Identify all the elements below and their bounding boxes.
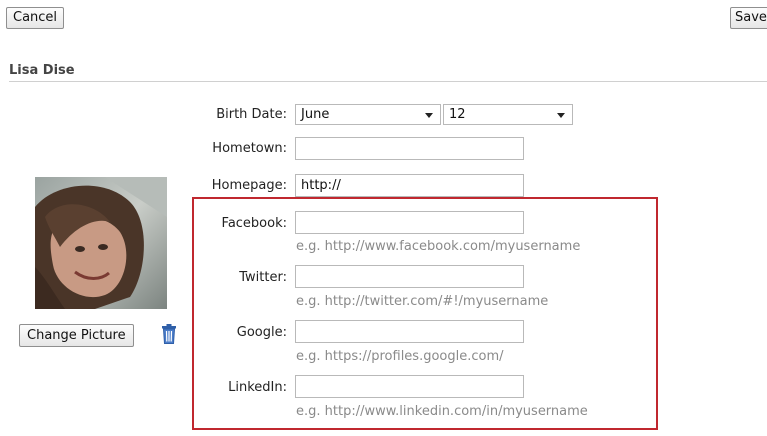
save-button[interactable]: Save — [730, 7, 767, 29]
birth-month-value: June — [301, 107, 330, 122]
hometown-label: Hometown: — [212, 141, 287, 156]
birth-month-select[interactable]: June — [295, 104, 441, 125]
linkedin-input[interactable] — [295, 375, 524, 398]
profile-photo — [35, 177, 167, 309]
homepage-input[interactable] — [295, 174, 524, 197]
change-picture-button[interactable]: Change Picture — [19, 324, 134, 347]
chevron-down-icon — [425, 113, 433, 118]
birth-day-value: 12 — [449, 107, 466, 122]
profile-name-heading: Lisa Dise — [9, 63, 75, 78]
trash-icon[interactable] — [161, 324, 177, 344]
google-input[interactable] — [295, 320, 524, 343]
google-hint: e.g. https://profiles.google.com/ — [296, 349, 504, 364]
facebook-input[interactable] — [295, 211, 524, 234]
facebook-hint: e.g. http://www.facebook.com/myusername — [296, 239, 581, 254]
birth-date-label: Birth Date: — [216, 107, 287, 122]
twitter-hint: e.g. http://twitter.com/#!/myusername — [296, 294, 549, 309]
linkedin-hint: e.g. http://www.linkedin.com/in/myuserna… — [296, 404, 588, 419]
linkedin-label: LinkedIn: — [228, 380, 287, 395]
cancel-button[interactable]: Cancel — [6, 7, 65, 29]
chevron-down-icon — [557, 113, 565, 118]
hometown-input[interactable] — [295, 137, 524, 160]
twitter-input[interactable] — [295, 265, 524, 288]
birth-day-select[interactable]: 12 — [443, 104, 573, 125]
heading-divider — [9, 81, 767, 82]
